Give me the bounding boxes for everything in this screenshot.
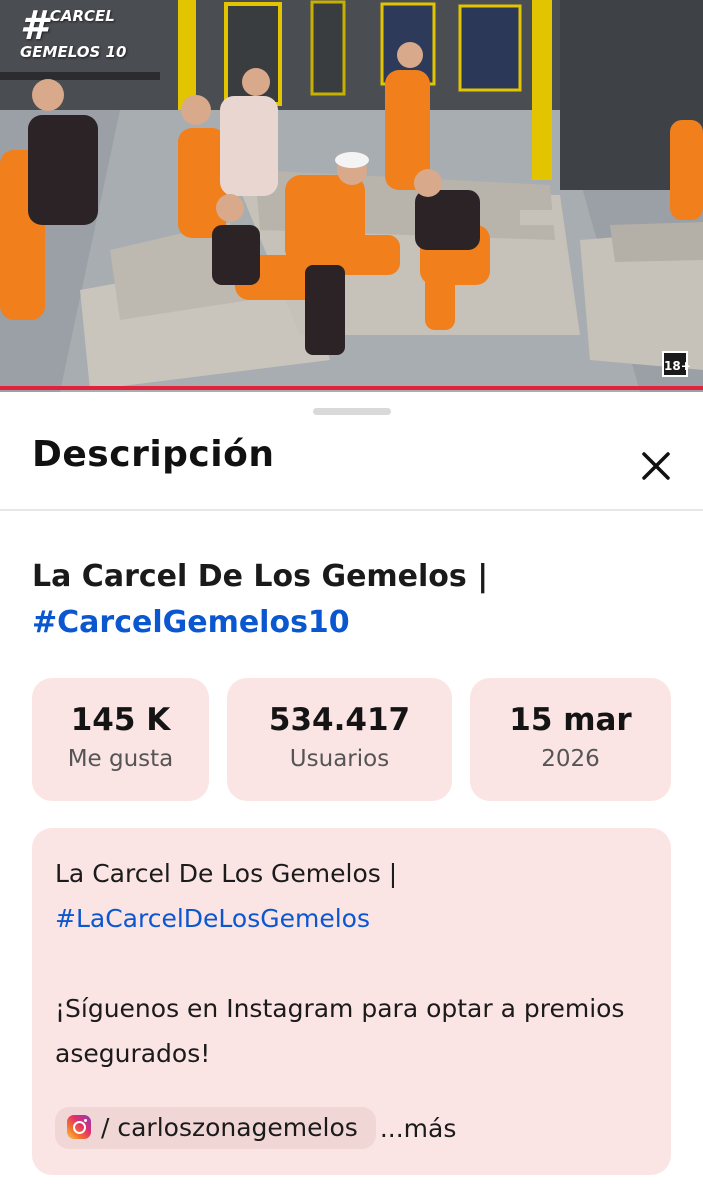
description-sheet: Descripción La Carcel De Los Gemelos | #…	[0, 392, 703, 1200]
stat-likes-label: Me gusta	[67, 746, 174, 772]
channel-logo: # CARCEL GEMELOS 10	[20, 3, 126, 61]
stat-likes-value: 145 K	[70, 702, 171, 738]
description-hashtag-link[interactable]: #LaCarcelDeLosGemelos	[55, 896, 370, 941]
description-box: La Carcel De Los Gemelos | #LaCarcelDeLo…	[32, 828, 671, 1175]
description-text: La Carcel De Los Gemelos | #LaCarcelDeLo…	[55, 851, 655, 1076]
description-line1: La Carcel De Los Gemelos |	[55, 859, 398, 888]
instagram-row: / carloszonagemelos ...más	[55, 1107, 456, 1153]
instagram-icon	[67, 1115, 91, 1139]
stat-users-value: 534.417	[268, 702, 411, 738]
age-rating-badge: 18+	[662, 351, 691, 377]
close-button[interactable]	[632, 442, 680, 490]
sheet-title: Descripción	[32, 434, 275, 475]
logo-hash: #	[20, 3, 48, 49]
video-title-text: La Carcel De Los Gemelos |	[32, 559, 489, 594]
video-hashtag-link[interactable]: #CarcelGemelos10	[32, 600, 350, 646]
more-link[interactable]: ...más	[380, 1114, 457, 1143]
close-icon	[642, 452, 670, 480]
description-promo: ¡Síguenos en Instagram para optar a prem…	[55, 994, 625, 1068]
stat-date: 15 mar 2026	[470, 678, 671, 801]
stat-date-value: 15 mar	[509, 702, 632, 738]
stat-likes: 145 K Me gusta	[32, 678, 209, 801]
drag-handle[interactable]	[313, 408, 391, 415]
video-progress-bar[interactable]	[0, 386, 703, 390]
stat-users: 534.417 Usuarios	[227, 678, 452, 801]
instagram-handle: / carloszonagemelos	[101, 1113, 358, 1142]
video-player[interactable]: # CARCEL GEMELOS 10 18+	[0, 0, 703, 392]
instagram-link-chip[interactable]: / carloszonagemelos	[55, 1107, 376, 1149]
stat-users-label: Usuarios	[289, 746, 390, 772]
video-title: La Carcel De Los Gemelos | #CarcelGemelo…	[32, 554, 672, 646]
sheet-divider	[0, 509, 703, 511]
stat-date-year: 2026	[541, 746, 600, 772]
